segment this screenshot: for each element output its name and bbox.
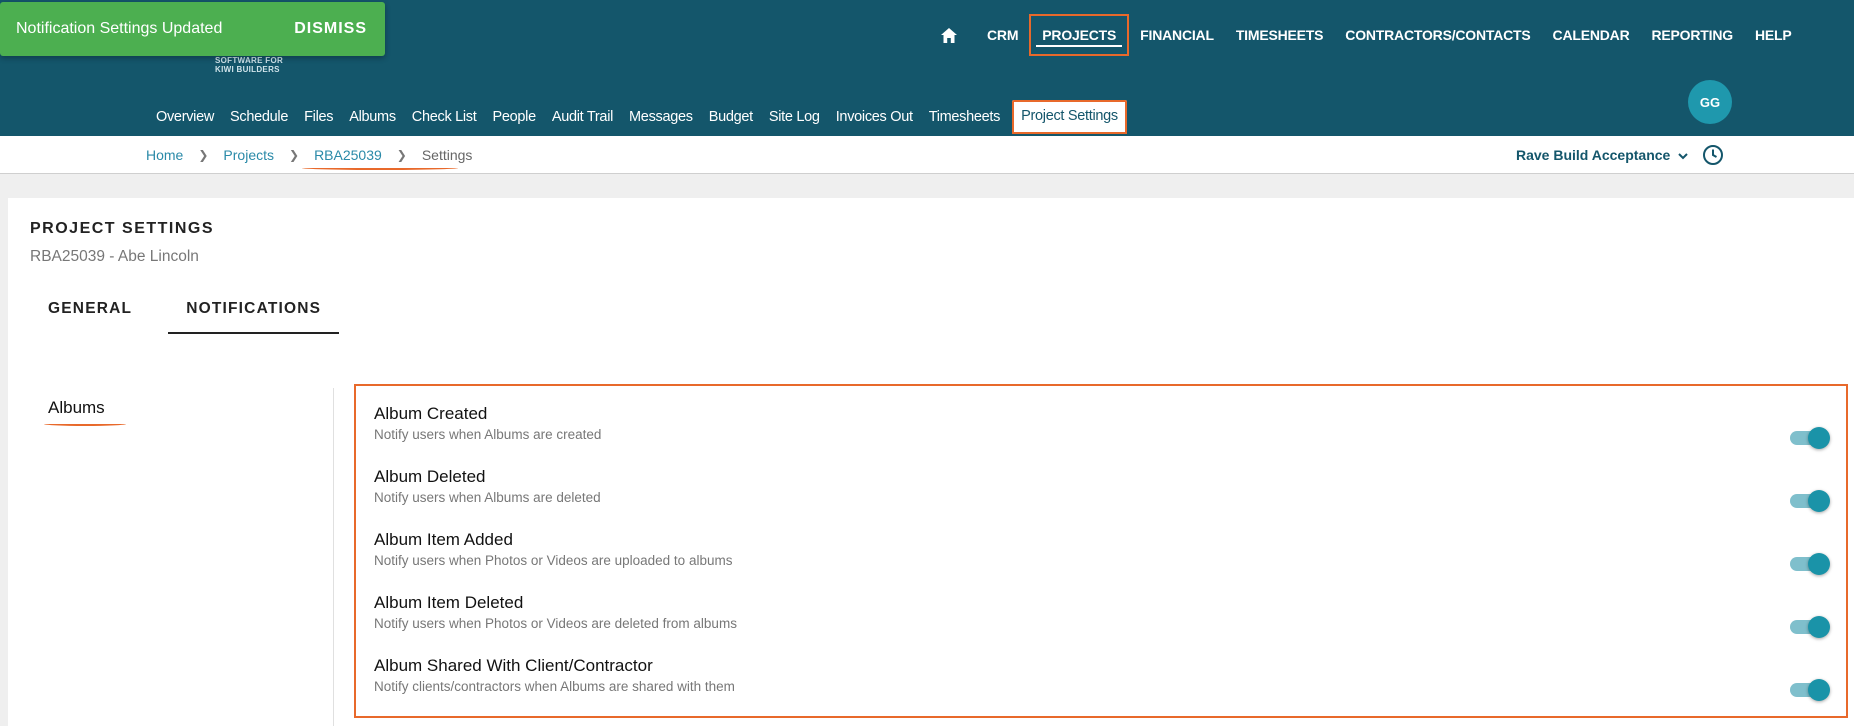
- top-navigation: CRM PROJECTS FINANCIAL TIMESHEETS CONTRA…: [938, 14, 1802, 56]
- setting-name: Album Shared With Client/Contractor: [374, 656, 653, 675]
- topnav-crm[interactable]: CRM: [976, 14, 1029, 56]
- chevron-down-icon: [1678, 147, 1689, 163]
- project-selector-label: Rave Build Acceptance: [1516, 147, 1671, 163]
- brand-tagline-line1: SOFTWARE FOR: [215, 56, 284, 65]
- topnav-contractors-contacts[interactable]: CONTRACTORS/CONTACTS: [1334, 14, 1541, 56]
- notification-settings-list: Album Created Notify users when Albums a…: [354, 384, 1848, 718]
- clock-icon[interactable]: [1702, 144, 1724, 171]
- brand-tagline: SOFTWARE FOR KIWI BUILDERS: [215, 56, 283, 74]
- album-shared-toggle[interactable]: [1788, 678, 1830, 702]
- breadcrumb-project[interactable]: RBA25039: [314, 147, 382, 163]
- settings-tabs: GENERAL NOTIFICATIONS: [30, 288, 340, 334]
- chevron-right-icon: ❯: [396, 148, 407, 162]
- breadcrumb-projects[interactable]: Projects: [223, 147, 274, 163]
- subnav-people[interactable]: People: [485, 100, 544, 134]
- subnav-files[interactable]: Files: [296, 100, 341, 134]
- topnav-calendar[interactable]: CALENDAR: [1542, 14, 1641, 56]
- tab-general[interactable]: GENERAL: [30, 288, 150, 334]
- category-albums[interactable]: Albums: [48, 398, 105, 418]
- setting-name: Album Item Added: [374, 530, 513, 549]
- subnav-schedule[interactable]: Schedule: [222, 100, 296, 134]
- chevron-right-icon: ❯: [289, 148, 300, 162]
- brand-tagline-line2: KIWI BUILDERS: [215, 65, 280, 74]
- setting-row: Album Created Notify users when Albums a…: [374, 404, 1834, 467]
- setting-row: Album Deleted Notify users when Albums a…: [374, 467, 1834, 530]
- setting-description: Notify clients/contractors when Albums a…: [374, 679, 735, 694]
- breadcrumb-bar: Home ❯ Projects ❯ RBA25039 ❯ Settings Ra…: [0, 136, 1854, 174]
- project-selector[interactable]: Rave Build Acceptance: [1516, 136, 1689, 174]
- topnav-help[interactable]: HELP: [1744, 14, 1803, 56]
- setting-row: Album Item Added Notify users when Photo…: [374, 530, 1834, 593]
- setting-name: Album Item Deleted: [374, 593, 524, 612]
- toast-message: Notification Settings Updated: [16, 20, 223, 37]
- setting-name: Album Deleted: [374, 467, 486, 486]
- home-icon[interactable]: [938, 14, 960, 56]
- subnav-albums[interactable]: Albums: [341, 100, 404, 134]
- subnav-budget[interactable]: Budget: [701, 100, 761, 134]
- page-subtitle: RBA25039 - Abe Lincoln: [30, 248, 199, 265]
- album-item-deleted-toggle[interactable]: [1788, 615, 1830, 639]
- subnav-timesheets[interactable]: Timesheets: [921, 100, 1008, 134]
- breadcrumb-home[interactable]: Home: [146, 147, 183, 163]
- subnav-site-log[interactable]: Site Log: [761, 100, 828, 134]
- project-subnav: Overview Schedule Files Albums Check Lis…: [148, 100, 1127, 134]
- album-created-toggle[interactable]: [1788, 426, 1830, 450]
- setting-description: Notify users when Photos or Videos are u…: [374, 553, 733, 568]
- breadcrumb-current: Settings: [421, 147, 473, 163]
- setting-description: Notify users when Albums are deleted: [374, 490, 601, 505]
- notification-toast: Notification Settings Updated DISMISS: [0, 2, 385, 56]
- setting-row: Album Shared With Client/Contractor Noti…: [374, 656, 1834, 719]
- setting-description: Notify users when Albums are created: [374, 427, 602, 442]
- topnav-reporting[interactable]: REPORTING: [1641, 14, 1744, 56]
- setting-name: Album Created: [374, 404, 488, 423]
- setting-description: Notify users when Photos or Videos are d…: [374, 616, 737, 631]
- album-deleted-toggle[interactable]: [1788, 489, 1830, 513]
- subnav-audit-trail[interactable]: Audit Trail: [544, 100, 621, 134]
- page-title: PROJECT SETTINGS: [30, 220, 215, 237]
- annotation-underline: [302, 166, 458, 170]
- tab-notifications[interactable]: NOTIFICATIONS: [168, 288, 340, 334]
- settings-card: PROJECT SETTINGS RBA25039 - Abe Lincoln …: [8, 198, 1854, 726]
- topnav-financial[interactable]: FINANCIAL: [1129, 14, 1225, 56]
- subnav-project-settings[interactable]: Project Settings: [1012, 100, 1127, 134]
- subnav-overview[interactable]: Overview: [148, 100, 222, 134]
- topnav-timesheets[interactable]: TIMESHEETS: [1225, 14, 1334, 56]
- topnav-projects[interactable]: PROJECTS: [1029, 14, 1130, 56]
- subnav-messages[interactable]: Messages: [621, 100, 701, 134]
- notification-category-list: Albums: [8, 388, 334, 726]
- setting-row: Album Item Deleted Notify users when Pho…: [374, 593, 1834, 656]
- avatar[interactable]: GG: [1688, 80, 1732, 124]
- subnav-check-list[interactable]: Check List: [404, 100, 485, 134]
- chevron-right-icon: ❯: [198, 148, 209, 162]
- annotation-underline: [44, 422, 126, 426]
- album-item-added-toggle[interactable]: [1788, 552, 1830, 576]
- subnav-invoices-out[interactable]: Invoices Out: [828, 100, 921, 134]
- dismiss-button[interactable]: DISMISS: [294, 20, 367, 38]
